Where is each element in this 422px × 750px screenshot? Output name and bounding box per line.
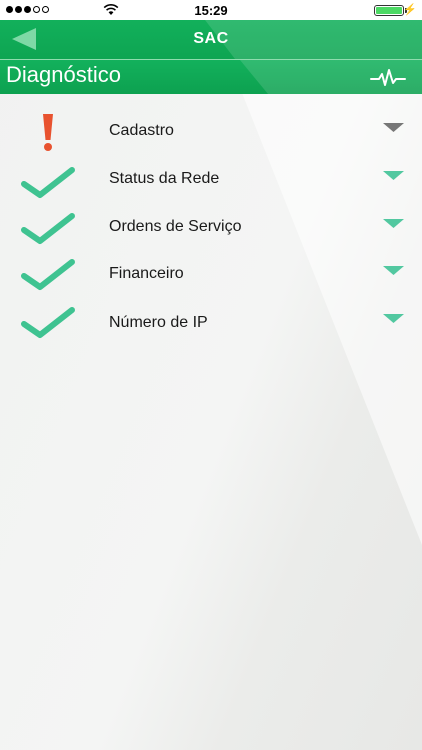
list-item-label: Ordens de Serviço	[109, 218, 242, 235]
checkmark-icon	[21, 307, 75, 338]
divider	[0, 59, 422, 60]
list-item-numero-ip[interactable]: Número de IP	[0, 304, 422, 352]
list-item-label: Número de IP	[109, 314, 208, 331]
chevron-down-icon[interactable]	[383, 219, 404, 228]
alert-exclamation-icon	[43, 114, 53, 151]
checkmark-icon	[21, 213, 75, 244]
charging-bolt-icon: ⚡	[403, 4, 417, 16]
list-item-label: Cadastro	[109, 122, 174, 139]
clock: 15:29	[194, 3, 228, 18]
heartbeat-pulse-icon[interactable]	[370, 67, 406, 89]
checkmark-icon	[21, 167, 75, 198]
chevron-down-icon[interactable]	[383, 314, 404, 323]
section-title: Diagnóstico	[6, 62, 121, 87]
status-bar: 15:29 ⚡	[0, 0, 422, 20]
page-title: SAC	[193, 30, 229, 47]
list-item-label: Status da Rede	[109, 170, 220, 187]
chevron-down-icon[interactable]	[383, 123, 404, 132]
checkmark-icon	[21, 259, 75, 290]
list-item-ordens-servico[interactable]: Ordens de Serviço	[0, 208, 422, 256]
list-item-status-rede[interactable]: Status da Rede	[0, 160, 422, 208]
battery-icon	[374, 5, 404, 16]
section-header: Diagnóstico	[0, 60, 422, 94]
navigation-bar: SAC	[0, 20, 422, 59]
list-item-label: Financeiro	[109, 265, 184, 282]
chevron-down-icon[interactable]	[383, 266, 404, 275]
battery-fill	[376, 7, 402, 14]
list-item-financeiro[interactable]: Financeiro	[0, 256, 422, 304]
list-item-cadastro[interactable]: Cadastro	[0, 112, 422, 160]
chevron-down-icon[interactable]	[383, 171, 404, 180]
